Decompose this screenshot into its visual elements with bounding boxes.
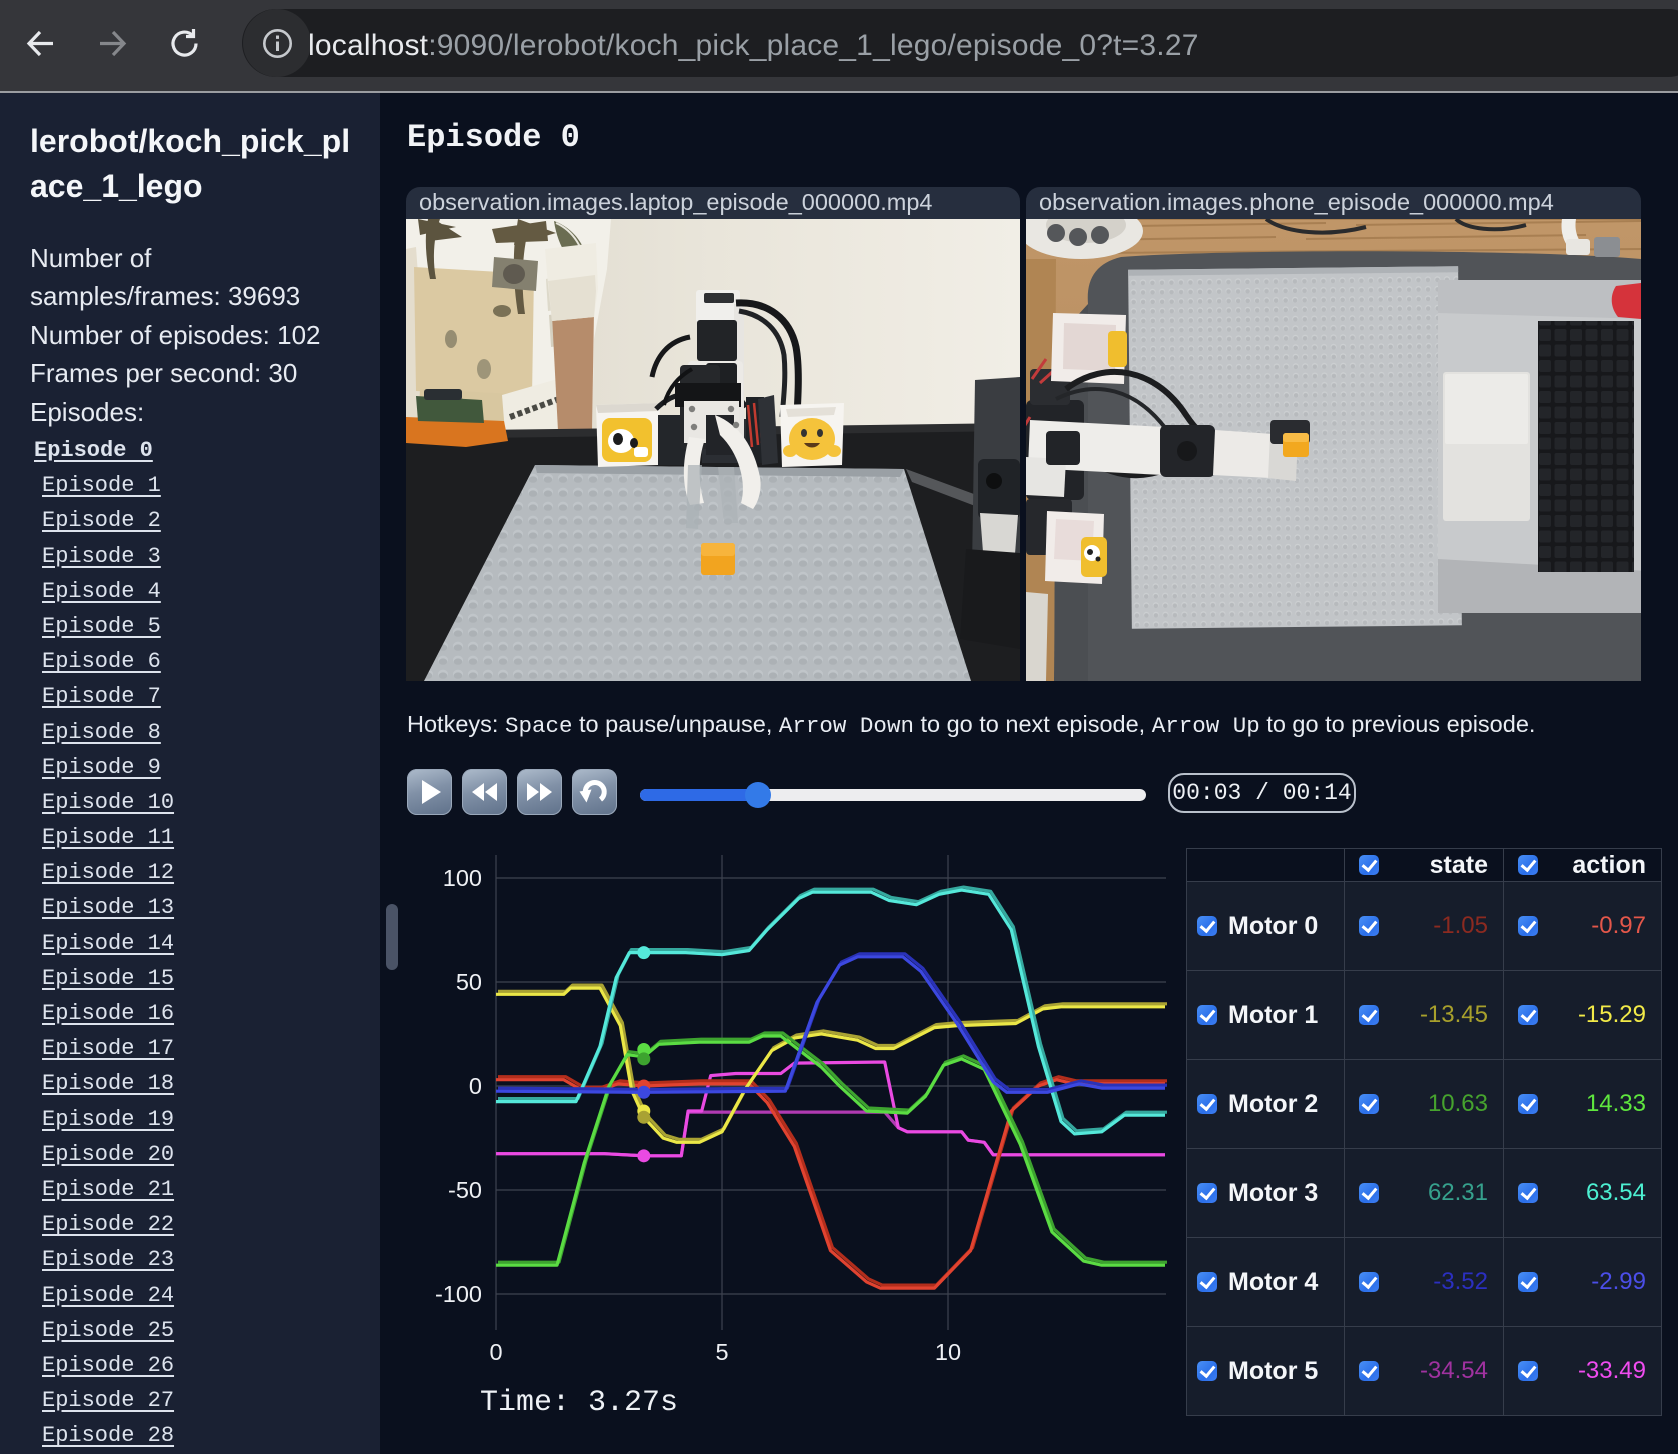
svg-text:Time: 3.27s: Time: 3.27s — [480, 1386, 678, 1420]
svg-text:-100: -100 — [435, 1281, 482, 1307]
svg-text:10: 10 — [935, 1339, 961, 1365]
svg-text:0: 0 — [489, 1339, 502, 1365]
svg-text:0: 0 — [469, 1073, 482, 1099]
svg-text:5: 5 — [715, 1339, 728, 1365]
svg-text:-50: -50 — [448, 1177, 482, 1203]
svg-text:50: 50 — [456, 969, 482, 995]
svg-text:100: 100 — [443, 865, 482, 891]
